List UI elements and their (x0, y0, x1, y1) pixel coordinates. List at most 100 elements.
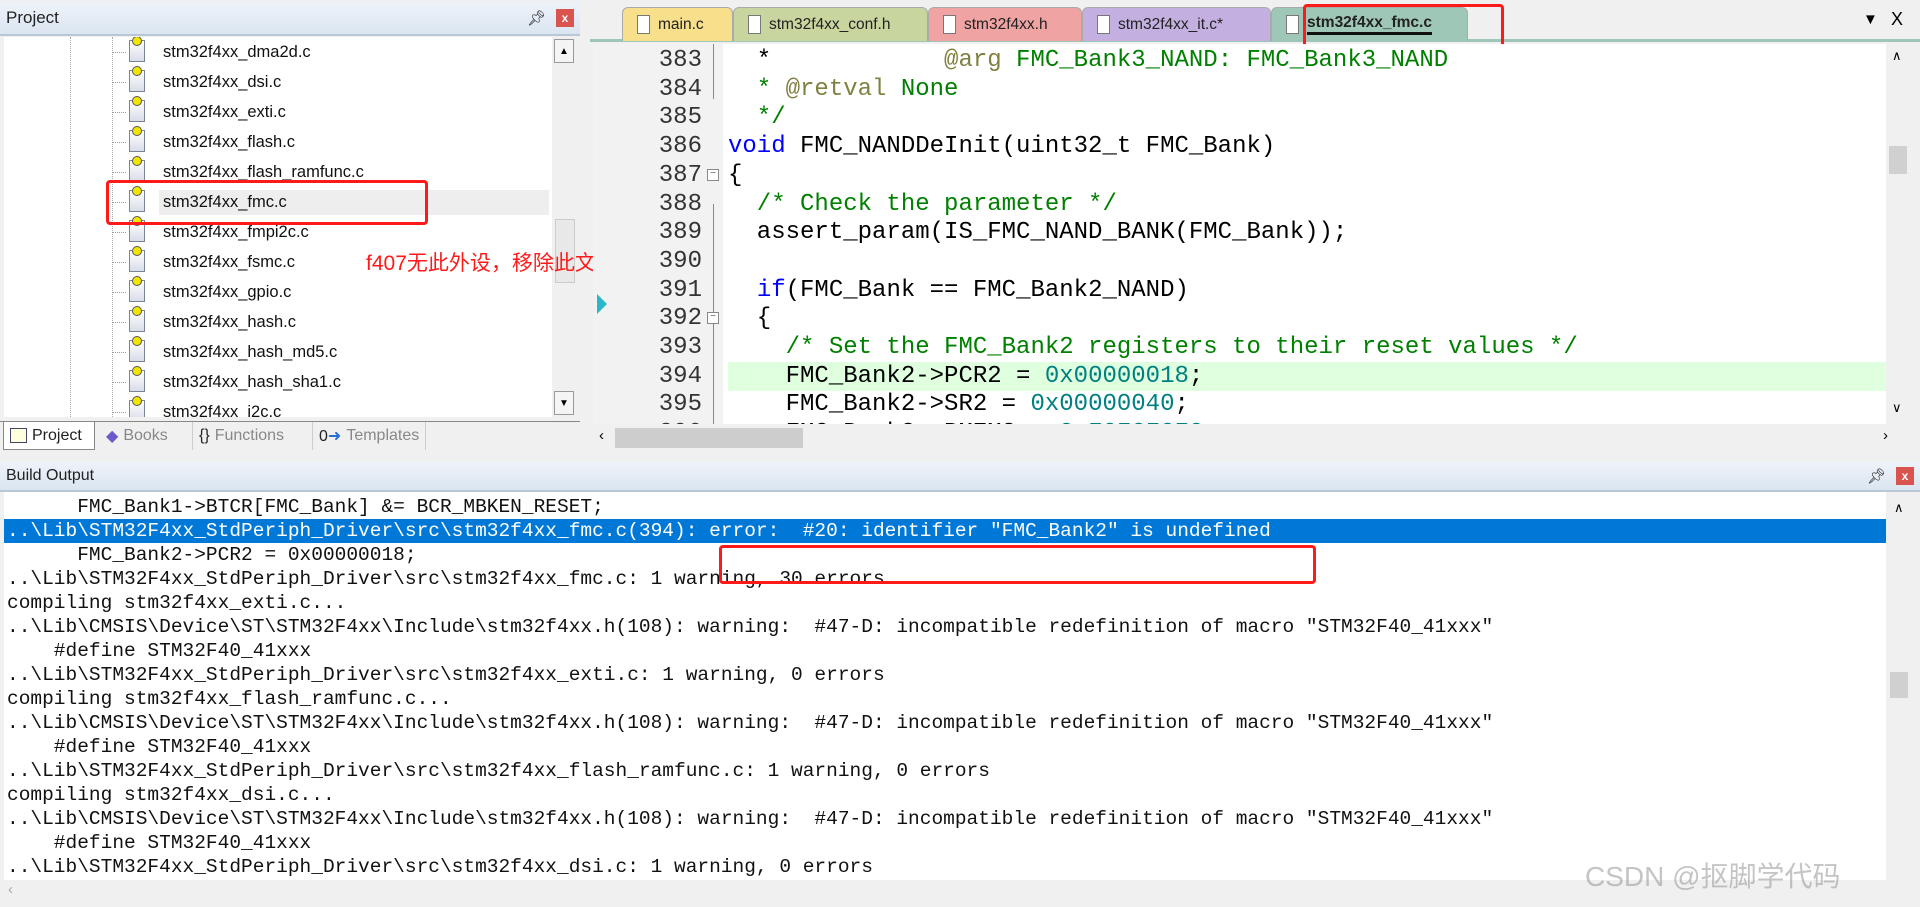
editor-horizontal-scrollbar[interactable]: ‹ › (593, 424, 1910, 450)
key-icon (132, 156, 142, 166)
tab-books[interactable]: ◆ Books (100, 422, 174, 450)
output-line[interactable]: compiling stm32f4xx_flash_ramfunc.c... (4, 687, 1886, 711)
code-line[interactable]: 386 void FMC_NANDDeInit(uint32_t FMC_Bank… (593, 132, 1886, 161)
editor-tab-label: main.c (658, 15, 704, 33)
code-token: { (728, 161, 743, 189)
output-line[interactable]: compiling stm32f4xx_dsi.c... (4, 783, 1886, 807)
code-line[interactable]: 387 {− (593, 161, 1886, 190)
output-line[interactable]: ..\Lib\CMSIS\Device\ST\STM32F4xx\Include… (4, 615, 1886, 639)
output-line[interactable]: #define STM32F40_41xxx (4, 735, 1886, 759)
output-line[interactable]: ..\Lib\STM32F4xx_StdPeriph_Driver\src\st… (4, 519, 1886, 543)
code-text: * @arg FMC_Bank3_NAND: FMC_Bank3_NAND (728, 46, 1448, 75)
close-icon[interactable]: x (556, 9, 574, 27)
scroll-up-button[interactable]: ▲ (554, 39, 574, 63)
editor-tab[interactable]: stm32f4xx.h (928, 7, 1082, 41)
output-line[interactable]: FMC_Bank1->BTCR[FMC_Bank] &= BCR_MBKEN_R… (4, 495, 1886, 519)
output-line[interactable]: compiling stm32f4xx_exti.c... (4, 591, 1886, 615)
tree-file-item[interactable]: stm32f4xx_dsi.c (4, 66, 552, 97)
line-number: 388 (658, 190, 702, 218)
code-line[interactable]: 388 /* Check the parameter */ (593, 190, 1886, 219)
code-editor[interactable]: 383 * @arg FMC_Bank3_NAND: FMC_Bank3_NAN… (593, 44, 1886, 424)
line-number: 391 (658, 276, 702, 304)
tab-label: Project (32, 426, 82, 444)
close-icon[interactable]: x (1896, 467, 1914, 485)
line-number: 385 (658, 104, 702, 132)
output-vertical-scrollbar[interactable]: ∧ (1886, 492, 1914, 880)
code-line[interactable]: 391 if(FMC_Bank == FMC_Bank2_NAND) (593, 276, 1886, 305)
tree-file-label: stm32f4xx_hash_sha1.c (163, 372, 341, 391)
editor-tabbar: main.c stm32f4xx_conf.h stm32f4xx.h stm32f4… (590, 0, 1920, 42)
scroll-down-icon[interactable]: ∨ (1892, 400, 1902, 416)
key-icon (132, 306, 142, 316)
editor-tab[interactable]: stm32f4xx_conf.h (733, 7, 928, 41)
line-number: 395 (658, 391, 702, 419)
file-icon (943, 15, 956, 34)
fold-toggle-icon[interactable]: − (707, 312, 719, 325)
output-line[interactable]: ..\Lib\STM32F4xx_StdPeriph_Driver\src\st… (4, 663, 1886, 687)
code-line[interactable]: 393 /* Set the FMC_Bank2 registers to th… (593, 333, 1886, 362)
tab-list-dropdown-icon[interactable]: ▼ (1863, 11, 1878, 28)
tree-file-label: stm32f4xx_hash.c (163, 312, 296, 331)
code-token: */ (728, 104, 786, 132)
editor-vertical-scrollbar[interactable]: ∧ ∨ (1886, 44, 1910, 424)
tree-file-item[interactable]: stm32f4xx_exti.c (4, 96, 552, 127)
tree-file-item[interactable]: stm32f4xx_hash_md5.c (4, 336, 552, 367)
watermark: CSDN @抠脚学代码 (1585, 861, 1841, 892)
pin-icon[interactable]: 📌︎ (527, 9, 546, 27)
project-bottom-tabs: Project ◆ Books {} Functions 0➜ Templates (0, 421, 580, 455)
editor-tab[interactable]: main.c (622, 7, 733, 41)
code-text: if(FMC_Bank == FMC_Bank2_NAND) (728, 276, 1189, 305)
output-line[interactable]: #define STM32F40_41xxx (4, 831, 1886, 855)
code-line[interactable]: 392 {− (593, 304, 1886, 333)
tab-label: Books (123, 427, 168, 444)
code-token: { (728, 305, 772, 333)
tree-file-item[interactable]: stm32f4xx_gpio.c (4, 276, 552, 307)
tree-vertical-scrollbar[interactable]: ▲ ▼ (552, 37, 580, 417)
output-line[interactable]: ..\Lib\CMSIS\Device\ST\STM32F4xx\Include… (4, 807, 1886, 831)
code-line[interactable]: 385 */ (593, 103, 1886, 132)
scroll-left-icon[interactable]: ‹ (8, 881, 13, 898)
scroll-thumb[interactable] (615, 428, 803, 448)
scroll-up-icon[interactable]: ∧ (1892, 48, 1902, 64)
project-panel-title: Project (6, 8, 59, 27)
code-text: /* Check the parameter */ (728, 190, 1117, 219)
tab-project[interactable]: Project (3, 422, 95, 450)
tree-file-item[interactable]: stm32f4xx_flash.c (4, 126, 552, 157)
key-icon (132, 336, 142, 346)
code-line[interactable]: 395 FMC_Bank2->SR2 = 0x00000040; (593, 390, 1886, 419)
tree-file-label: stm32f4xx_exti.c (163, 102, 286, 121)
code-token: (FMC_Bank == FMC_Bank2_NAND) (785, 276, 1189, 304)
templates-icon: 0➜ (319, 428, 342, 445)
scroll-right-icon[interactable]: › (1883, 427, 1888, 444)
scroll-thumb[interactable] (1890, 672, 1908, 698)
fold-toggle-icon[interactable]: − (707, 168, 719, 181)
output-line[interactable]: #define STM32F40_41xxx (4, 639, 1886, 663)
code-line[interactable]: 390 (593, 247, 1886, 276)
code-line[interactable]: 384 * @retval None (593, 75, 1886, 104)
tab-label: Functions (214, 427, 285, 444)
scroll-left-icon[interactable]: ‹ (599, 427, 604, 444)
file-icon (1286, 15, 1299, 34)
scroll-down-button[interactable]: ▼ (554, 391, 574, 415)
tree-file-item[interactable]: stm32f4xx_dma2d.c (4, 37, 552, 67)
scroll-thumb[interactable] (1889, 146, 1907, 174)
tree-file-label: stm32f4xx_fmpi2c.c (163, 222, 309, 241)
pin-icon[interactable]: 📌︎ (1867, 467, 1886, 485)
code-token: /* Check the parameter */ (728, 190, 1117, 218)
tree-file-item[interactable]: stm32f4xx_hash_sha1.c (4, 366, 552, 397)
close-editor-icon[interactable]: X (1891, 9, 1903, 30)
tree-file-item[interactable]: stm32f4xx_hash.c (4, 306, 552, 337)
editor-tab[interactable]: stm32f4xx_it.c* (1082, 7, 1271, 41)
code-line[interactable]: 389 assert_param(IS_FMC_NAND_BANK(FMC_Ba… (593, 218, 1886, 247)
code-line[interactable]: 383 * @arg FMC_Bank3_NAND: FMC_Bank3_NAN… (593, 46, 1886, 75)
highlight-box-tree (106, 180, 428, 225)
tab-functions[interactable]: {} Functions (192, 422, 290, 450)
tab-templates[interactable]: 0➜ Templates (312, 422, 427, 450)
scroll-up-icon[interactable]: ∧ (1894, 500, 1904, 516)
project-tree: stm32f4xx_dma2d.c stm32f4xx_dsi.c stm32f4x… (4, 37, 552, 417)
output-line[interactable]: ..\Lib\CMSIS\Device\ST\STM32F4xx\Include… (4, 711, 1886, 735)
code-line[interactable]: 394 FMC_Bank2->PCR2 = 0x00000018; (593, 361, 1886, 391)
output-line[interactable]: ..\Lib\STM32F4xx_StdPeriph_Driver\src\st… (4, 759, 1886, 783)
code-token: * (728, 47, 945, 74)
tree-file-item[interactable]: stm32f4xx_i2c.c (4, 396, 552, 417)
